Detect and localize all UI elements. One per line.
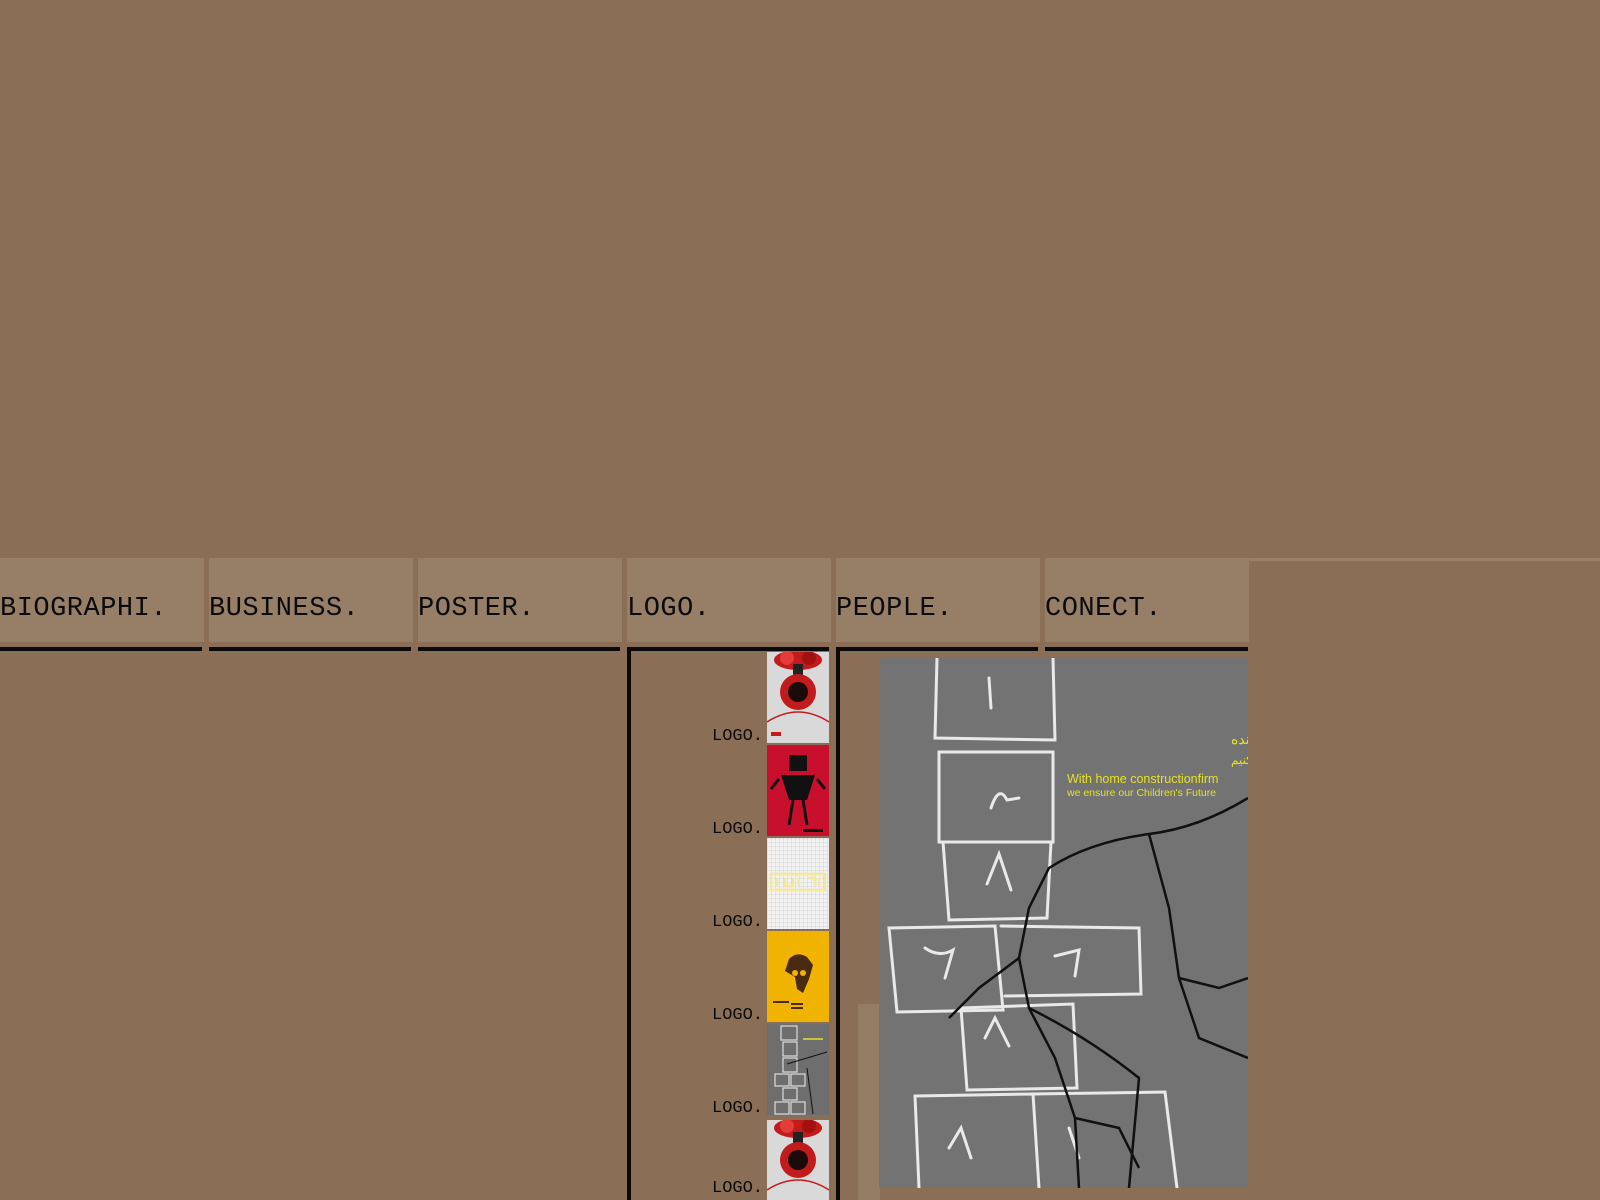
tab-label: LOGO. — [627, 594, 711, 624]
header-divider — [1248, 558, 1600, 561]
gallery-label: LOGO. — [712, 1179, 764, 1198]
tab-underline — [0, 647, 202, 651]
poster-english-line2: we ensure our Children's Future — [1066, 787, 1216, 799]
calligraphy-grid-logo-icon[interactable] — [767, 838, 829, 929]
tab-contact[interactable]: CONECT. — [1045, 558, 1249, 642]
tab-logo[interactable]: LOGO. — [627, 558, 831, 642]
tab-label: BUSINESS. — [209, 594, 360, 624]
hopscotch-poster-image: با ساخت خانه محکم اینده کودکان خودمان را… — [879, 656, 1381, 1190]
tab-poster[interactable]: POSTER. — [418, 558, 622, 642]
poster-preview[interactable]: با ساخت خانه محکم اینده کودکان خودمان را… — [879, 656, 1381, 1190]
mushroom-cloud-logo-icon[interactable] — [767, 1120, 829, 1200]
figure-on-red-logo-icon[interactable] — [767, 745, 829, 836]
gallery-label: LOGO. — [712, 1099, 764, 1118]
tab-business[interactable]: BUSINESS. — [209, 558, 413, 642]
tab-underline — [627, 647, 829, 651]
tab-label: POSTER. — [418, 594, 535, 624]
tab-underline — [1045, 647, 1248, 651]
tab-biography[interactable]: BIOGRAPHI. — [0, 558, 204, 642]
africa-skull-logo-icon[interactable] — [767, 931, 829, 1022]
gallery-label: LOGO. — [712, 1006, 764, 1025]
tab-underline — [418, 647, 620, 651]
tab-label: CONECT. — [1045, 594, 1162, 624]
panel-border — [836, 647, 840, 1200]
poster-english-line1: With home constructionfirm — [1067, 772, 1218, 786]
tab-label: BIOGRAPHI. — [0, 594, 168, 624]
tab-underline — [209, 647, 411, 651]
gallery-label: LOGO. — [712, 820, 764, 839]
poster-shadow — [858, 1004, 880, 1200]
panel-border — [627, 647, 631, 1200]
hopscotch-logo-icon[interactable] — [767, 1024, 829, 1115]
mushroom-cloud-logo-icon[interactable] — [767, 652, 829, 743]
poster-persian-line2: کودکان خودمان را تضمین کنیم — [1231, 753, 1248, 767]
gallery-label: LOGO. — [712, 727, 764, 746]
tab-label: PEOPLE. — [836, 594, 953, 624]
tab-underline — [836, 647, 1038, 651]
gallery-label: LOGO. — [712, 913, 764, 932]
tab-people[interactable]: PEOPLE. — [836, 558, 1040, 642]
poster-persian-line1: با ساخت خانه محکم اینده — [1231, 731, 1248, 748]
